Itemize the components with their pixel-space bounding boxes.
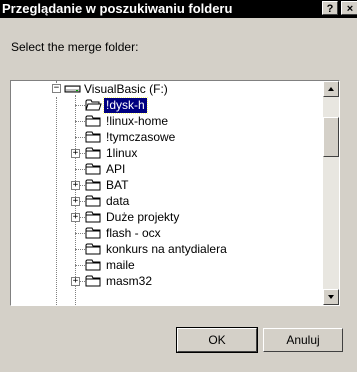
folder-icon xyxy=(85,130,102,143)
folder-icon xyxy=(85,226,102,239)
tree-item-label: flash - ocx xyxy=(106,226,161,240)
tree-line xyxy=(75,249,85,250)
scroll-thumb[interactable] xyxy=(323,117,339,157)
tree-item[interactable]: + masm32 xyxy=(11,273,311,289)
tree-item-label: 1linux xyxy=(106,146,138,160)
cancel-button[interactable]: Anuluj xyxy=(263,328,343,352)
tree-item-label: VisualBasic (F:) xyxy=(84,82,168,96)
tree-item[interactable]: konkurs na antydialera xyxy=(11,241,311,257)
drive-icon xyxy=(64,82,81,95)
help-button[interactable]: ? xyxy=(322,1,338,15)
arrow-down-icon xyxy=(328,295,334,299)
expand-icon[interactable]: + xyxy=(71,149,80,158)
folder-icon xyxy=(85,274,102,287)
window-title: Przeglądanie w poszukiwaniu folderu xyxy=(2,1,233,16)
scroll-down-button[interactable] xyxy=(323,289,339,305)
tree-item[interactable]: + Duże projekty xyxy=(11,209,311,225)
folder-icon xyxy=(85,258,102,271)
folder-icon xyxy=(85,114,102,127)
vertical-scrollbar[interactable] xyxy=(323,81,339,305)
arrow-up-icon xyxy=(328,87,334,91)
tree-item-label: !linux-home xyxy=(106,114,169,128)
tree-item-label: API xyxy=(106,162,126,176)
tree-line xyxy=(75,105,85,106)
folder-icon xyxy=(85,210,102,223)
tree-item[interactable]: API xyxy=(11,161,311,177)
tree-item-label: konkurs na antydialera xyxy=(106,242,227,256)
tree-item[interactable]: !linux-home xyxy=(11,113,311,129)
folder-browser-dialog: Przeglądanie w poszukiwaniu folderu ? × … xyxy=(0,0,357,372)
expand-icon[interactable]: + xyxy=(71,277,80,286)
tree-line xyxy=(75,265,85,266)
tree-item-label: masm32 xyxy=(106,274,153,288)
tree-item[interactable]: +1linux xyxy=(11,145,311,161)
tree-line xyxy=(75,121,85,122)
collapse-icon[interactable]: − xyxy=(52,84,61,93)
expand-icon[interactable]: + xyxy=(71,181,80,190)
folder-tree[interactable]: − VisualBasic (F:) !dysk-h !linux-home !ty… xyxy=(10,80,340,306)
folder-icon xyxy=(85,194,102,207)
folder-icon xyxy=(85,178,102,191)
tree-line xyxy=(75,233,85,234)
tree-item[interactable]: !tymczasowe xyxy=(11,129,311,145)
folder-icon xyxy=(85,146,102,159)
folder-icon xyxy=(85,242,102,255)
tree-item-label: maile xyxy=(106,258,135,272)
tree-item-label: Duże projekty xyxy=(106,210,180,224)
tree-item-label: BAT xyxy=(106,178,129,192)
tree-line xyxy=(75,169,85,170)
tree-root-row[interactable]: − VisualBasic (F:) xyxy=(11,81,311,97)
tree-item[interactable]: + data xyxy=(11,193,311,209)
tree-item[interactable]: !dysk-h xyxy=(11,97,311,114)
tree-item-label: !tymczasowe xyxy=(106,130,176,144)
expand-icon[interactable]: + xyxy=(71,213,80,222)
tree-viewport: − VisualBasic (F:) !dysk-h !linux-home !ty… xyxy=(11,81,325,305)
folder-open-icon xyxy=(85,98,102,111)
tree-item[interactable]: maile xyxy=(11,257,311,273)
folder-icon xyxy=(85,162,102,175)
tree-item[interactable]: flash - ocx xyxy=(11,225,311,241)
ok-button[interactable]: OK xyxy=(176,327,258,353)
close-button[interactable]: × xyxy=(341,1,357,15)
tree-item[interactable]: + BAT xyxy=(11,177,311,193)
tree-line xyxy=(75,137,85,138)
tree-item-label: data xyxy=(106,194,130,208)
title-bar[interactable]: Przeglądanie w poszukiwaniu folderu ? × xyxy=(0,0,357,18)
prompt-label: Select the merge folder: xyxy=(11,40,139,54)
tree-item-label: !dysk-h xyxy=(103,97,148,114)
scroll-up-button[interactable] xyxy=(323,81,339,97)
expand-icon[interactable]: + xyxy=(71,197,80,206)
